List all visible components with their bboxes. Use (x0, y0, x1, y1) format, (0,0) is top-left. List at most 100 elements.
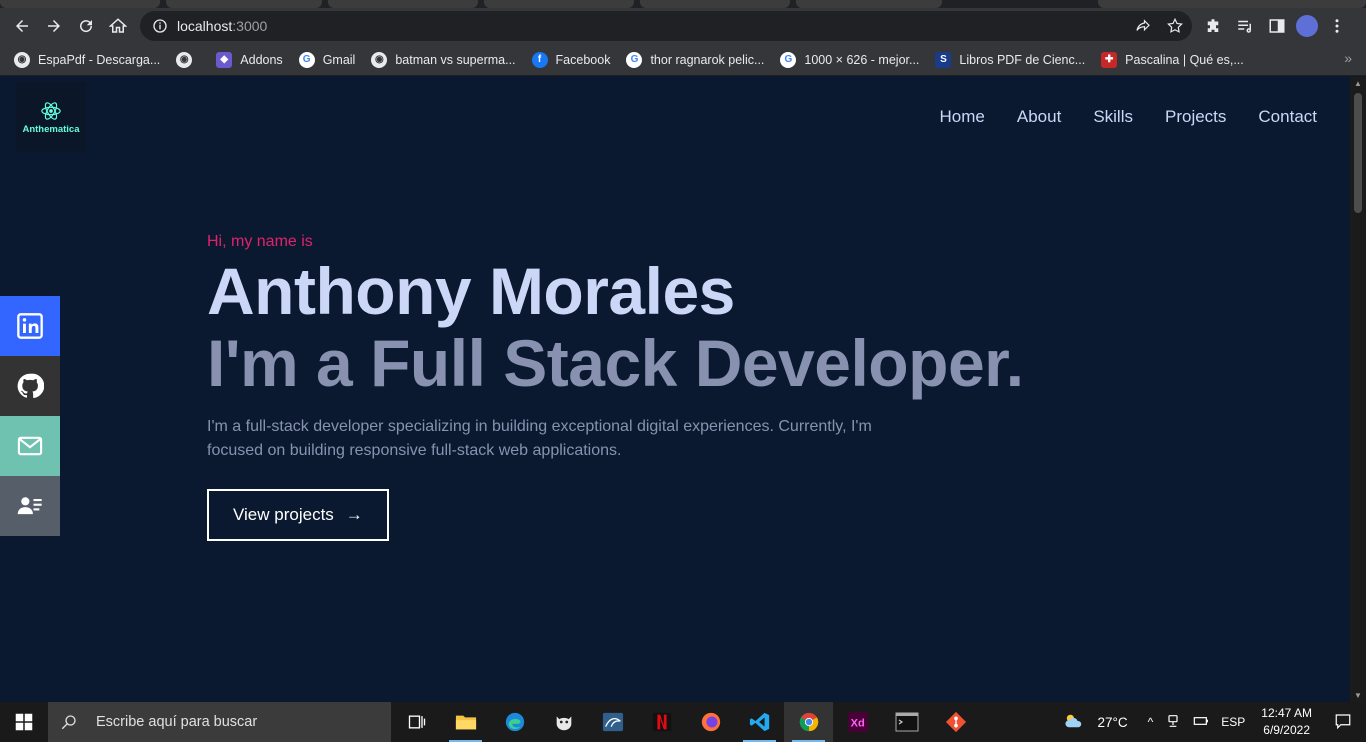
tab[interactable] (1098, 0, 1366, 8)
bookmark-item[interactable]: ◉ batman vs superma... (371, 46, 523, 74)
battery-icon[interactable] (1193, 713, 1209, 732)
file-explorer-icon[interactable] (441, 702, 490, 742)
bookmark-item[interactable]: G 1000 × 626 - mejor... (780, 46, 927, 74)
forward-button[interactable] (38, 10, 70, 42)
addons-icon: ◆ (216, 51, 233, 68)
chrome-icon[interactable] (784, 702, 833, 742)
home-icon (109, 18, 127, 33)
reload-icon (80, 20, 93, 33)
search-placeholder: Escribe aquí para buscar (96, 714, 258, 730)
hero-section: Hi, my name is Anthony Morales I'm a Ful… (207, 233, 1024, 541)
nav-home[interactable]: Home (940, 107, 985, 127)
bookmark-item[interactable]: S Libros PDF de Cienc... (935, 46, 1093, 74)
web-page: Anthematica Home About Skills Projects C… (0, 77, 1350, 702)
bookmarks-overflow-button[interactable]: » (1344, 50, 1352, 66)
page-scrollbar[interactable]: ▲ ▼ (1350, 77, 1366, 702)
browser-toolbar: localhost:3000 (0, 8, 1366, 44)
gimp-icon[interactable] (539, 702, 588, 742)
main-nav: Home About Skills Projects Contact (940, 107, 1317, 127)
weather-temperature[interactable]: 27°C (1097, 715, 1127, 730)
clock[interactable]: 12:47 AM 6/9/2022 (1261, 705, 1312, 739)
github-icon (17, 373, 44, 399)
hero-role: I'm a Full Stack Developer. (207, 326, 1024, 400)
back-button[interactable] (6, 10, 38, 42)
svg-text:Xd: Xd (850, 718, 864, 730)
windows-icon (15, 713, 33, 731)
tab-strip (0, 0, 1366, 8)
site-logo[interactable]: Anthematica (16, 82, 86, 152)
github-link[interactable] (0, 356, 60, 416)
adobe-xd-icon[interactable]: Xd (833, 702, 882, 742)
bookmark-star-icon[interactable] (1164, 15, 1186, 37)
media-control-icon[interactable] (1232, 13, 1258, 39)
tab[interactable] (796, 0, 942, 8)
taskbar-apps: Xd (392, 702, 980, 742)
git-icon[interactable] (931, 702, 980, 742)
bookmark-item[interactable]: ◆ Addons (216, 46, 290, 74)
notifications-icon[interactable] (1334, 712, 1352, 733)
tab[interactable] (484, 0, 634, 8)
task-view-icon[interactable] (392, 702, 441, 742)
nav-about[interactable]: About (1017, 107, 1061, 127)
globe-icon: ◉ (176, 51, 193, 68)
tab[interactable] (640, 0, 790, 8)
arrow-left-icon (16, 20, 28, 32)
scrollbar-thumb[interactable] (1354, 93, 1362, 213)
info-icon[interactable] (152, 18, 168, 34)
logo-text: Anthematica (22, 123, 80, 135)
scroll-up-icon[interactable]: ▲ (1354, 79, 1362, 88)
side-panel-icon[interactable] (1264, 13, 1290, 39)
edge-icon[interactable] (490, 702, 539, 742)
menu-kebab-icon[interactable] (1324, 13, 1350, 39)
bookmark-item[interactable]: f Facebook (531, 46, 619, 74)
linkedin-link[interactable] (0, 296, 60, 356)
taskbar-search[interactable]: Escribe aquí para buscar (48, 702, 391, 742)
social-links (0, 296, 60, 536)
clock-time: 12:47 AM (1261, 706, 1312, 720)
profile-avatar-icon[interactable] (1296, 15, 1318, 37)
hero-description: I'm a full-stack developer specializing … (207, 418, 872, 459)
globe-icon: ◉ (14, 51, 30, 68)
address-bar[interactable]: localhost:3000 (140, 11, 1192, 41)
share-icon[interactable] (1132, 15, 1154, 37)
network-icon[interactable] (1165, 713, 1181, 732)
email-link[interactable] (0, 416, 60, 476)
bookmark-item[interactable]: G Gmail (298, 46, 364, 74)
language-indicator[interactable]: ESP (1221, 715, 1245, 729)
firefox-icon[interactable] (686, 702, 735, 742)
scroll-down-icon[interactable]: ▼ (1354, 691, 1362, 700)
bookmark-item[interactable]: ✚ Pascalina | Qué es,... (1101, 46, 1252, 74)
chevron-up-icon[interactable]: ^ (1148, 715, 1154, 729)
arrow-right-icon: → (345, 505, 363, 524)
bookmark-item[interactable]: ◉ (176, 46, 208, 74)
search-icon (61, 715, 76, 730)
bookmark-item[interactable]: ◉ EspaPdf - Descarga... (14, 46, 168, 74)
tab[interactable] (328, 0, 478, 8)
google-icon: G (298, 51, 315, 68)
netflix-icon[interactable] (637, 702, 686, 742)
arrow-right-icon (48, 20, 60, 32)
home-button[interactable] (102, 10, 134, 42)
mysql-workbench-icon[interactable] (588, 702, 637, 742)
view-projects-button[interactable]: View projects → (207, 489, 389, 541)
extensions-icon[interactable] (1200, 13, 1226, 39)
google-icon: G (780, 51, 797, 68)
nav-contact[interactable]: Contact (1258, 107, 1317, 127)
windows-taskbar: Escribe aquí para buscar Xd 27°C ^ ESP 1… (0, 702, 1366, 742)
bookmark-item[interactable]: Gthor ragnarok pelic... (626, 46, 772, 74)
start-button[interactable] (0, 702, 48, 742)
nav-skills[interactable]: Skills (1093, 107, 1133, 127)
reload-button[interactable] (70, 10, 102, 42)
vscode-icon[interactable] (735, 702, 784, 742)
view-projects-label: View projects (233, 505, 334, 524)
tab[interactable] (0, 0, 160, 8)
mail-icon (17, 436, 43, 456)
resume-icon (17, 497, 42, 515)
atom-icon (41, 101, 61, 120)
tab[interactable] (166, 0, 322, 8)
resume-link[interactable] (0, 476, 60, 536)
weather-icon[interactable] (1063, 712, 1085, 733)
s-icon: S (935, 51, 952, 68)
terminal-icon[interactable] (882, 702, 931, 742)
nav-projects[interactable]: Projects (1165, 107, 1226, 127)
